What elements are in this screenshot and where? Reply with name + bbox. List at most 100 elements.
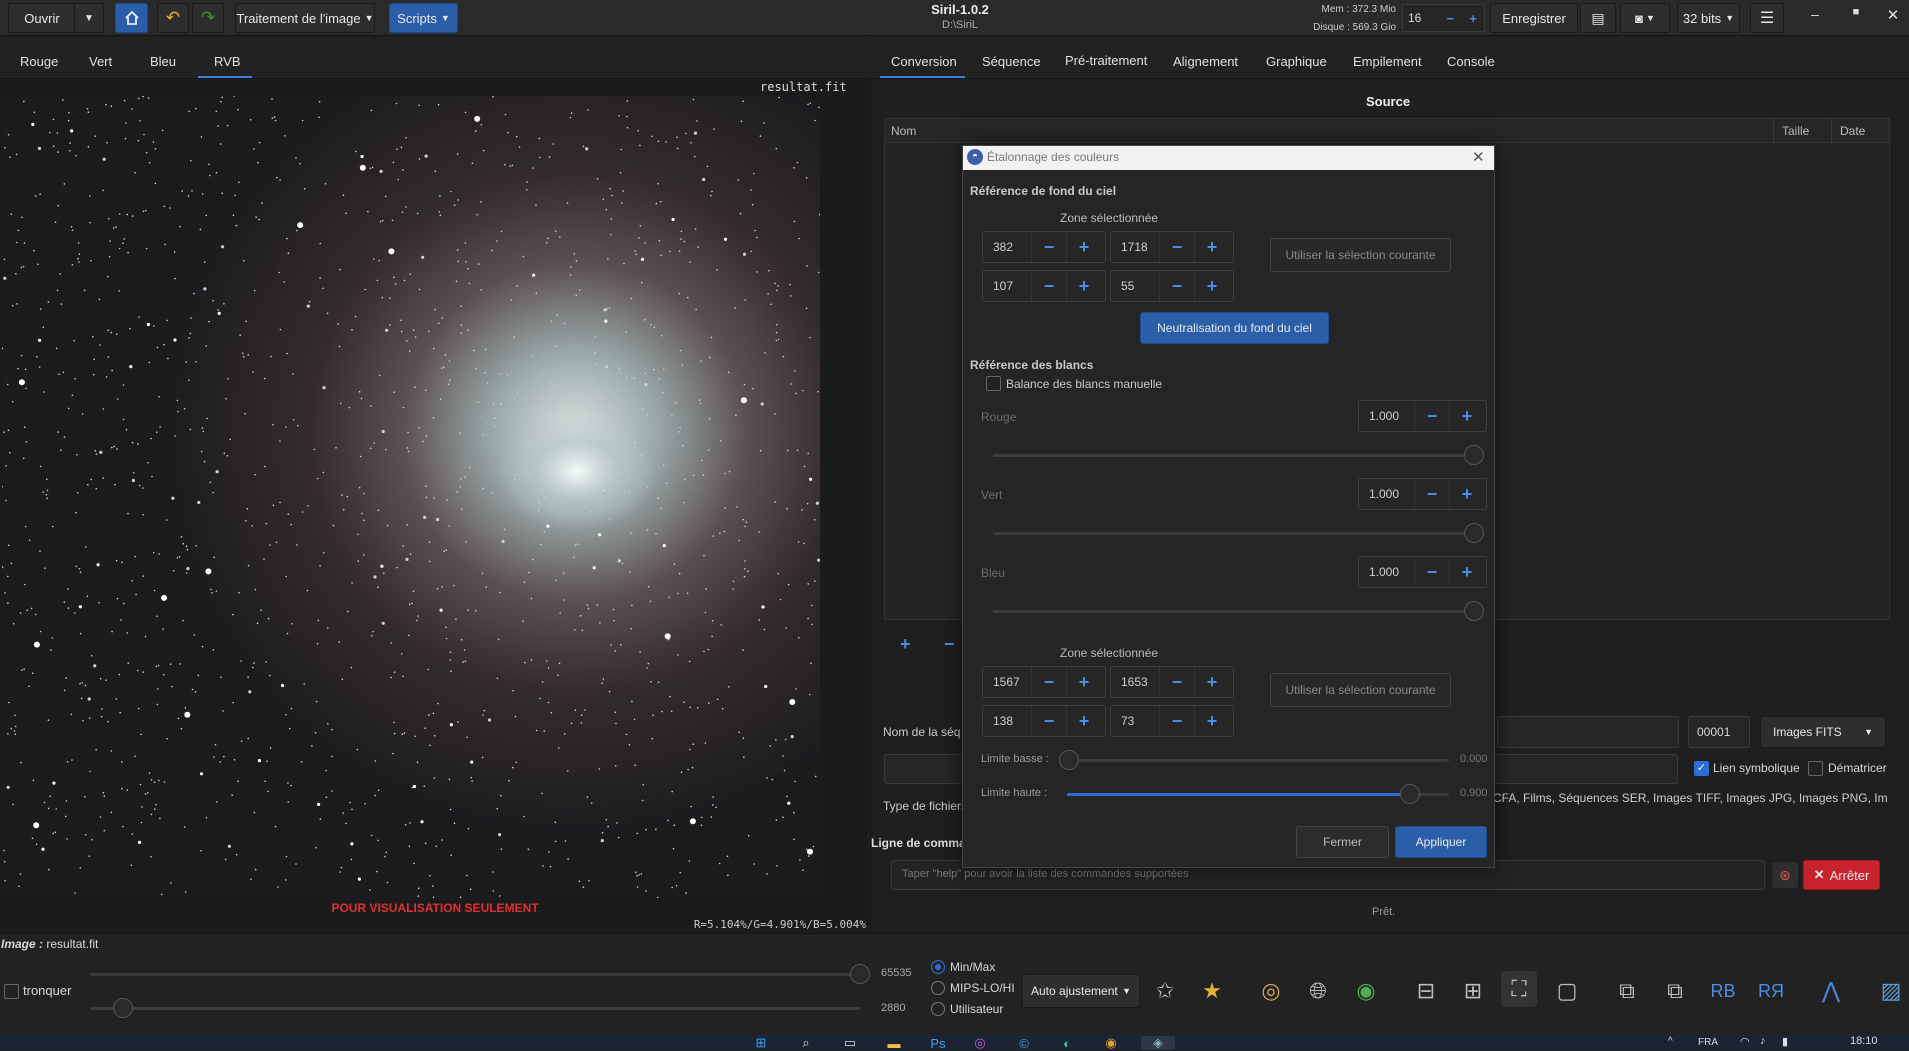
undo-button[interactable]: ↶ xyxy=(157,3,189,33)
photoshop-icon[interactable]: Ps xyxy=(927,1036,949,1051)
tab-console[interactable]: Console xyxy=(1447,54,1495,69)
dialog-close-icon[interactable]: ✕ xyxy=(1472,148,1485,166)
battery-icon[interactable]: ▮ xyxy=(1782,1035,1788,1048)
bit-depth-menu[interactable]: 32 bits ▼ xyxy=(1677,3,1740,33)
flip-horizontal-icon[interactable]: ⧉ xyxy=(1609,973,1645,1009)
output-format-select[interactable]: Images FITS ▼ xyxy=(1760,716,1886,748)
plus-icon[interactable]: + xyxy=(1462,11,1484,26)
scripts-menu[interactable]: Scripts ▼ xyxy=(389,3,458,33)
threads-spin[interactable]: 16 − + xyxy=(1402,4,1485,32)
flip-vertical-icon[interactable]: ⧉ xyxy=(1657,973,1693,1009)
wh-y-stepper[interactable]: 1653− + xyxy=(1110,666,1234,698)
clock[interactable]: 18:10 xyxy=(1850,1035,1878,1047)
tab-conversion[interactable]: Conversion xyxy=(891,54,957,69)
red-slider[interactable] xyxy=(993,454,1474,457)
wh-h-stepper[interactable]: 73− + xyxy=(1110,705,1234,737)
app-icon[interactable]: © xyxy=(1013,1036,1035,1051)
user-radio[interactable] xyxy=(931,1002,945,1016)
plus-icon[interactable]: + xyxy=(1066,232,1101,262)
blue-slider-knob[interactable] xyxy=(1464,601,1484,621)
star-detect-icon[interactable]: ✩ xyxy=(1147,973,1183,1009)
col-name[interactable]: Nom xyxy=(891,124,916,138)
green-slider-knob[interactable] xyxy=(1464,523,1484,543)
plus-icon[interactable]: + xyxy=(1449,557,1484,587)
start-icon[interactable]: ⊞ xyxy=(750,1035,772,1050)
tray-chevron-icon[interactable]: ^ xyxy=(1668,1036,1673,1047)
dialog-apply-button[interactable]: Appliquer xyxy=(1395,826,1487,858)
edge-icon[interactable]: ◐ xyxy=(1056,1036,1078,1051)
min-slider-track[interactable] xyxy=(90,1007,860,1010)
plus-icon[interactable]: + xyxy=(1194,232,1229,262)
tray-language[interactable]: FRA xyxy=(1698,1037,1718,1048)
tab-sequence[interactable]: Séquence xyxy=(982,54,1041,69)
minus-icon[interactable]: − xyxy=(1031,706,1066,736)
nebula-image[interactable] xyxy=(2,96,820,898)
plus-icon[interactable]: + xyxy=(1449,479,1484,509)
plus-icon[interactable]: + xyxy=(1194,706,1229,736)
window-plus-icon[interactable]: ⊞ xyxy=(1455,973,1491,1009)
bg-use-selection-button[interactable]: Utiliser la sélection courante xyxy=(1270,238,1451,272)
manual-wb-checkbox[interactable] xyxy=(986,376,1001,391)
high-limit-knob[interactable] xyxy=(1400,784,1420,804)
plus-icon[interactable]: + xyxy=(1194,667,1229,697)
wh-x-stepper[interactable]: 1567− + xyxy=(982,666,1106,698)
target-icon[interactable]: ◉ xyxy=(1348,973,1384,1009)
plus-icon[interactable]: + xyxy=(1066,706,1101,736)
chrome-icon[interactable]: ◉ xyxy=(1100,1035,1122,1050)
minus-icon[interactable]: − xyxy=(1031,232,1066,262)
minus-icon[interactable]: − xyxy=(1031,271,1066,301)
minimize-button[interactable]: – xyxy=(1800,6,1830,30)
search-icon[interactable]: ⌕ xyxy=(795,1035,817,1050)
galaxy-icon[interactable]: ◎ xyxy=(1253,973,1289,1009)
clip-checkbox[interactable] xyxy=(4,984,19,999)
max-slider-knob[interactable] xyxy=(850,964,870,984)
histogram-icon[interactable]: ⋀ xyxy=(1813,973,1849,1009)
minus-icon[interactable]: − xyxy=(1414,479,1449,509)
low-limit-knob[interactable] xyxy=(1059,750,1079,770)
open-button[interactable]: Ouvrir xyxy=(8,3,76,33)
minmax-radio[interactable] xyxy=(931,960,945,974)
min-slider-knob[interactable] xyxy=(113,998,133,1018)
open-dropdown-button[interactable]: ▼ xyxy=(74,3,104,33)
green-slider[interactable] xyxy=(993,532,1474,535)
wh-w-stepper[interactable]: 138− + xyxy=(982,705,1106,737)
help-button[interactable]: ⊛ xyxy=(1771,861,1799,889)
blue-stepper[interactable]: 1.000− + xyxy=(1358,556,1487,588)
stop-button[interactable]: ✕ Arrêter xyxy=(1803,860,1880,890)
mirror-ry-icon[interactable]: RЯ xyxy=(1753,973,1789,1009)
tab-vert[interactable]: Vert xyxy=(89,54,112,69)
save-as-button[interactable]: ▤ xyxy=(1580,3,1616,33)
globe-icon[interactable]: 🌐︎ xyxy=(1300,973,1336,1009)
max-slider-track[interactable] xyxy=(90,973,860,976)
symlink-checkbox[interactable]: ✓ xyxy=(1694,761,1709,776)
tab-rouge[interactable]: Rouge xyxy=(20,54,58,69)
plus-icon[interactable]: + xyxy=(1194,271,1229,301)
blue-slider[interactable] xyxy=(993,610,1474,613)
remove-files-button[interactable]: − xyxy=(944,634,955,655)
neutralize-bg-button[interactable]: Neutralisation du fond du ciel xyxy=(1140,312,1329,344)
debayer-checkbox[interactable] xyxy=(1808,761,1823,776)
tab-bleu[interactable]: Bleu xyxy=(150,54,176,69)
dialog-close-button[interactable]: Fermer xyxy=(1296,826,1389,858)
star-favorite-icon[interactable]: ★ xyxy=(1194,973,1230,1009)
bg-h-stepper[interactable]: 55− + xyxy=(1110,270,1234,302)
snapshot-button[interactable]: ◙ ▼ xyxy=(1620,3,1670,33)
bg-w-stepper[interactable]: 107− + xyxy=(982,270,1106,302)
tab-pretraitement[interactable]: Pré-traitement xyxy=(1065,53,1147,68)
col-size[interactable]: Taille xyxy=(1782,124,1809,138)
minus-icon[interactable]: − xyxy=(1159,271,1194,301)
volume-icon[interactable]: ♪ xyxy=(1760,1035,1766,1047)
bg-x-stepper[interactable]: 382− + xyxy=(982,231,1106,263)
minus-icon[interactable]: − xyxy=(1159,706,1194,736)
tab-rvb[interactable]: RVB xyxy=(214,54,241,69)
tab-empilement[interactable]: Empilement xyxy=(1353,54,1422,69)
redo-button[interactable]: ↷ xyxy=(192,3,224,33)
red-slider-knob[interactable] xyxy=(1464,445,1484,465)
zoom-one-icon[interactable]: ▢ xyxy=(1549,973,1585,1009)
tab-alignement[interactable]: Alignement xyxy=(1173,54,1238,69)
white-use-selection-button[interactable]: Utiliser la sélection courante xyxy=(1270,673,1451,707)
col-date[interactable]: Date xyxy=(1840,124,1865,138)
stretch-select[interactable]: Auto ajustement ▼ xyxy=(1022,974,1140,1008)
main-menu-button[interactable]: ☰ xyxy=(1750,3,1784,33)
mips-radio[interactable] xyxy=(931,981,945,995)
